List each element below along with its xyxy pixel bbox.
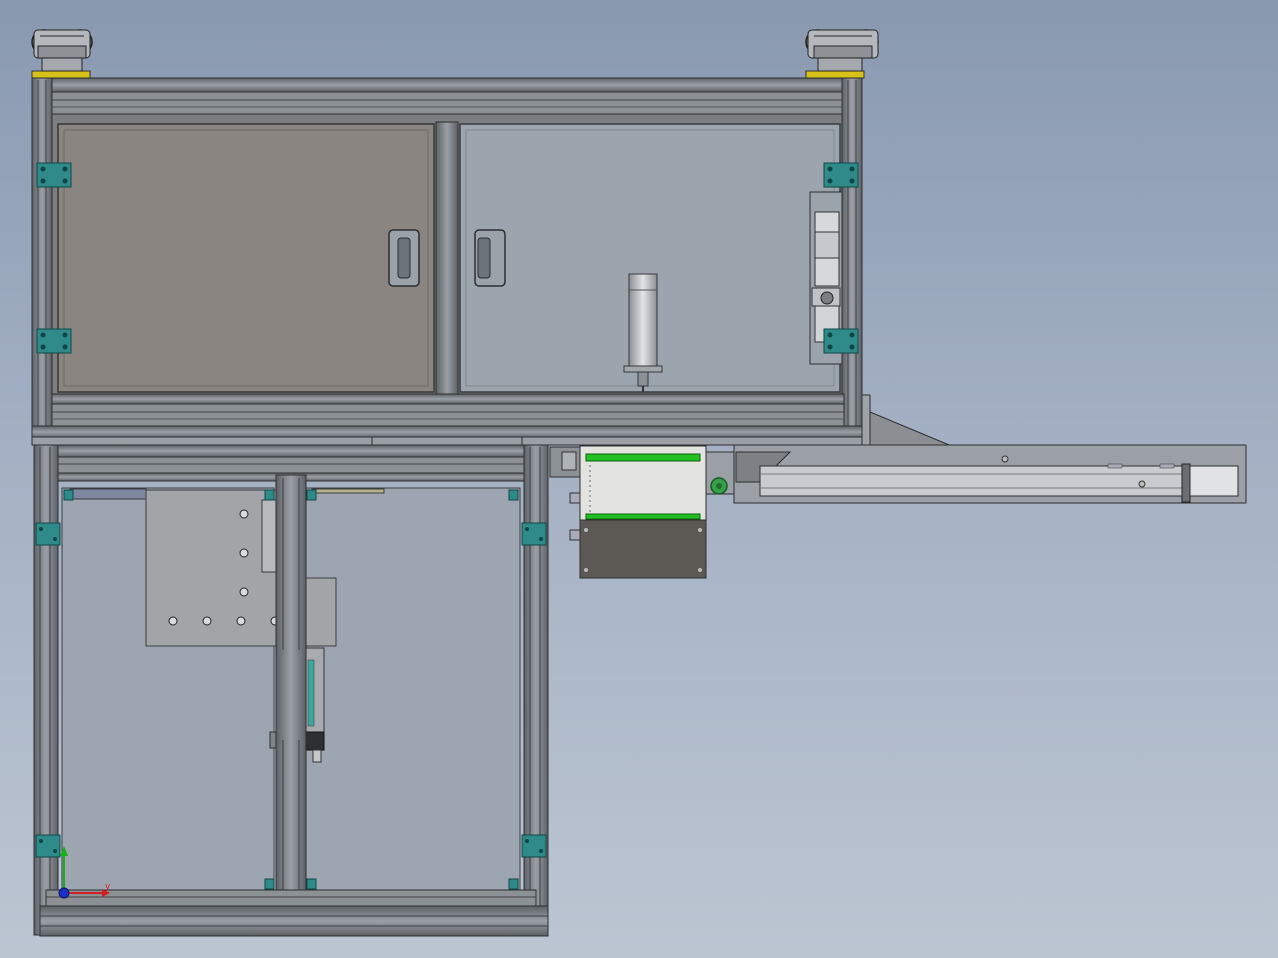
bracket-icon bbox=[264, 489, 275, 501]
lower-frame-left-post bbox=[33, 444, 59, 936]
triad-y-label: y bbox=[105, 882, 111, 892]
bracket-icon bbox=[63, 489, 74, 501]
bracket-icon bbox=[35, 834, 61, 858]
belt-module bbox=[549, 445, 735, 579]
triad-z-axis bbox=[58, 887, 70, 899]
caster-pad-right bbox=[805, 70, 865, 79]
bracket-icon bbox=[264, 878, 275, 890]
bracket-icon bbox=[306, 878, 317, 890]
cad-viewport[interactable]: y bbox=[0, 0, 1278, 958]
door-handle-left-icon[interactable] bbox=[388, 229, 420, 287]
bracket-icon bbox=[521, 522, 547, 546]
upper-frame-right-post bbox=[841, 77, 863, 441]
caster-pad-left bbox=[31, 70, 91, 79]
bracket-icon bbox=[823, 162, 859, 188]
lower-frame bbox=[33, 436, 549, 937]
actuator-rail bbox=[759, 465, 1237, 497]
lower-frame-bottom-rail bbox=[45, 889, 537, 907]
bracket-icon bbox=[36, 328, 72, 354]
door-handle-right-icon[interactable] bbox=[474, 229, 506, 287]
bracket-icon bbox=[35, 522, 61, 546]
green-belt-top bbox=[585, 453, 701, 462]
green-belt-bottom bbox=[585, 513, 701, 520]
upper-frame-rail-2 bbox=[51, 91, 845, 115]
caster-right-icon bbox=[805, 29, 879, 72]
bracket-icon bbox=[823, 328, 859, 354]
gearbox-housing bbox=[579, 519, 707, 579]
upper-frame-top-rail bbox=[31, 77, 863, 93]
lower-frame-center-post bbox=[275, 474, 307, 906]
lower-frame-top-rail bbox=[39, 444, 549, 458]
left-door-panel[interactable] bbox=[57, 123, 435, 393]
bracket-icon bbox=[36, 162, 72, 188]
door-center-mullion bbox=[435, 121, 459, 395]
bracket-icon bbox=[521, 834, 547, 858]
caster-left-icon bbox=[31, 29, 93, 72]
upper-frame-bottom-rail bbox=[51, 393, 845, 405]
actuator-motor-icon bbox=[1189, 465, 1239, 497]
bracket-icon bbox=[508, 878, 519, 890]
lower-frame-right-post bbox=[523, 444, 549, 936]
upper-cabinet bbox=[31, 70, 865, 446]
bracket-icon bbox=[306, 489, 317, 501]
machine-frame-drawing: y bbox=[31, 29, 1247, 937]
upper-frame-left-post bbox=[31, 77, 53, 441]
bracket-icon bbox=[508, 489, 519, 501]
lower-right-panel bbox=[305, 487, 521, 891]
